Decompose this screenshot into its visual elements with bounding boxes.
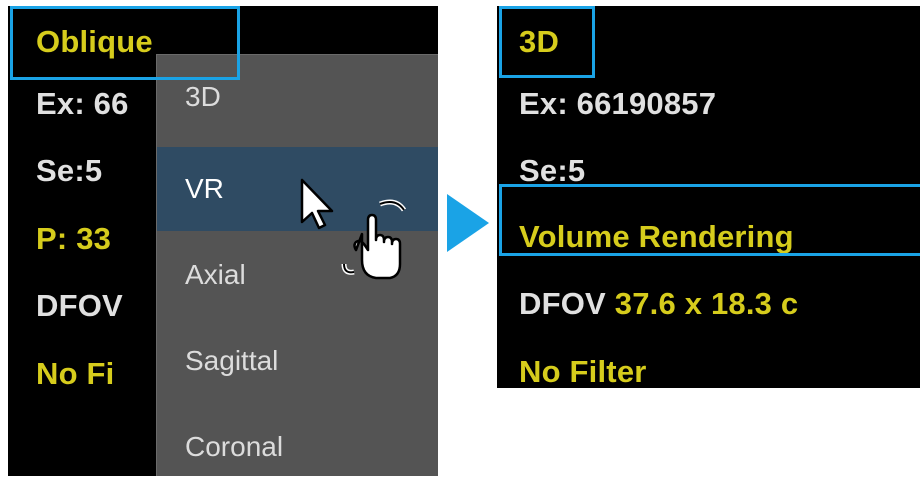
arrow-right-icon [447, 194, 489, 252]
exam-number-after: Ex: 66190857 [519, 86, 717, 121]
dfov-line: DFOV 37.6 x 18.3 c [519, 286, 798, 322]
title-highlight-box [10, 6, 240, 80]
title-highlight-box-after [499, 6, 595, 78]
filter-label-after: No Filter [519, 354, 647, 388]
exam-number: Ex: 66 [36, 86, 129, 121]
filter-label: No Fi [36, 356, 115, 391]
menu-item-sagittal[interactable]: Sagittal [157, 319, 438, 403]
dfov-label: DFOV [36, 288, 123, 323]
dfov-label-after: DFOV [519, 286, 606, 321]
series-number: Se:5 [36, 153, 103, 188]
dfov-value: 37.6 x 18.3 c [614, 286, 799, 321]
rendering-highlight-box [499, 184, 920, 256]
position-value: P: 33 [36, 221, 112, 256]
hand-cursor-icon [300, 178, 407, 280]
viewport-after: 3D Ex: 66190857 Se:5 Volume Rendering DF… [497, 6, 920, 388]
menu-item-coronal[interactable]: Coronal [157, 405, 438, 476]
